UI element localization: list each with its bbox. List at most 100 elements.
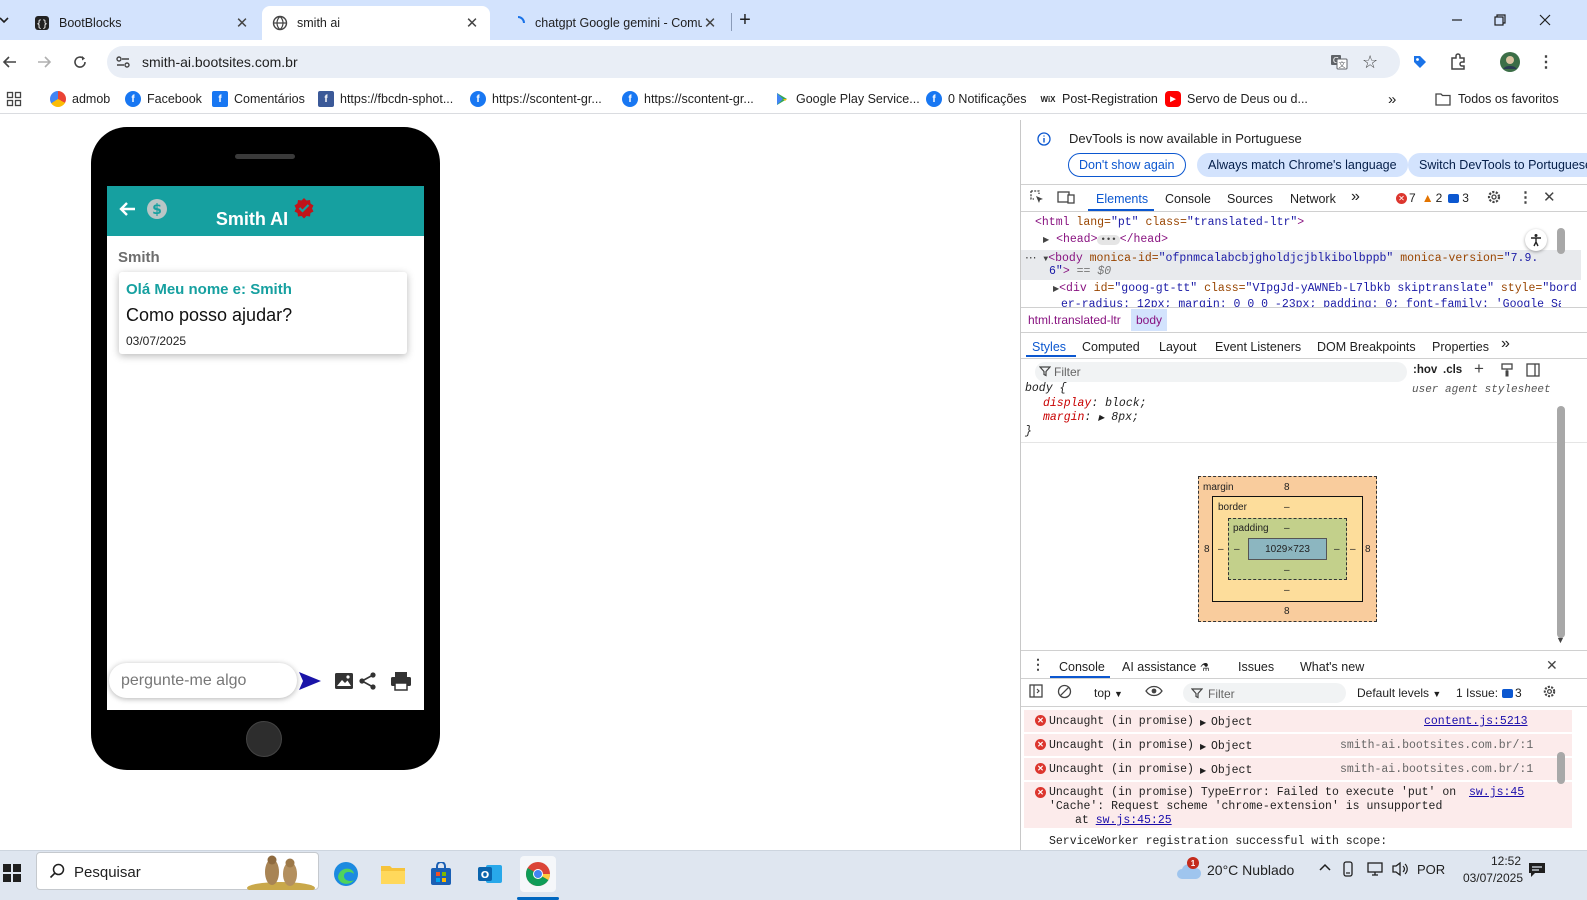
print-icon[interactable]	[389, 669, 413, 693]
bookmark-item[interactable]: f https://scontent-gr...	[470, 90, 602, 108]
volume-icon[interactable]	[1391, 861, 1409, 880]
context-selector[interactable]: top ▼	[1094, 686, 1123, 700]
chrome-menu-icon[interactable]: ⋮	[1534, 50, 1558, 74]
profile-avatar[interactable]	[1498, 50, 1522, 74]
site-settings-icon[interactable]	[115, 54, 131, 73]
console-error-row[interactable]: ✕ Uncaught (in promise) ▶ Object content…	[1024, 710, 1572, 732]
close-window-icon[interactable]	[1522, 0, 1568, 40]
error-source-link[interactable]: smith-ai.bootsites.com.br/:1	[1340, 739, 1533, 752]
bookmark-item[interactable]: admob	[50, 90, 110, 108]
extension-tag-icon[interactable]	[1408, 50, 1432, 74]
bookmark-item[interactable]: f 0 Notificações	[926, 90, 1027, 108]
tab-bootblocks[interactable]: {} BootBlocks ✕	[24, 6, 260, 40]
reload-icon[interactable]	[66, 48, 94, 76]
input-language[interactable]: POR	[1417, 862, 1445, 877]
console-filter-input[interactable]: Filter	[1183, 683, 1346, 703]
extensions-puzzle-icon[interactable]	[1446, 50, 1470, 74]
hov-toggle[interactable]: :hov	[1413, 364, 1437, 376]
subtab-dom-breakpoints[interactable]: DOM Breakpoints	[1317, 340, 1416, 354]
breadcrumb-body[interactable]: body	[1131, 309, 1168, 331]
dont-show-again-button[interactable]: Don't show again	[1068, 153, 1186, 177]
dom-node-head[interactable]: ▶ <head> ••• </head>	[1043, 233, 1168, 246]
more-tabs-chevron-icon[interactable]: »	[1351, 188, 1360, 206]
chrome-taskbar-icon[interactable]	[520, 856, 556, 892]
more-bookmarks-chevron-icon[interactable]: »	[1388, 90, 1396, 108]
devtools-menu-icon[interactable]: ⋮	[1518, 188, 1533, 206]
error-source-link[interactable]: sw.js:45	[1469, 786, 1524, 799]
live-expression-eye-icon[interactable]	[1145, 685, 1163, 700]
drawer-tab-issues[interactable]: Issues	[1238, 660, 1274, 674]
tab-close-icon[interactable]: ✕	[702, 14, 718, 32]
ask-input[interactable]	[109, 663, 297, 698]
outlook-icon[interactable]: O	[472, 856, 508, 892]
network-icon[interactable]	[1366, 861, 1384, 880]
forward-arrow-icon[interactable]	[30, 48, 58, 76]
console-sidebar-icon[interactable]	[1029, 684, 1043, 701]
microsoft-store-icon[interactable]	[423, 856, 459, 892]
object-expander[interactable]: ▶ Object	[1200, 764, 1252, 777]
log-levels-dropdown[interactable]: Default levels ▼	[1357, 686, 1441, 700]
subtab-styles[interactable]: Styles	[1032, 340, 1066, 354]
drawer-tab-ai-assistance[interactable]: AI assistance ⚗	[1122, 660, 1210, 674]
send-icon[interactable]	[298, 669, 322, 693]
back-arrow-icon[interactable]	[0, 48, 24, 76]
tab-search-chevron-icon[interactable]	[0, 0, 20, 40]
bookmark-item[interactable]: f Facebook	[125, 90, 202, 108]
settings-gear-icon[interactable]	[1486, 189, 1502, 208]
style-selector[interactable]: body {	[1025, 382, 1066, 395]
apps-grid-icon[interactable]	[6, 90, 22, 108]
tab-sources[interactable]: Sources	[1227, 192, 1273, 206]
bookmark-item[interactable]: f https://scontent-gr...	[622, 90, 754, 108]
tab-network[interactable]: Network	[1290, 192, 1336, 206]
drawer-menu-icon[interactable]: ⋮	[1031, 656, 1045, 673]
subtab-properties[interactable]: Properties	[1432, 340, 1489, 354]
address-bar[interactable]: smith-ai.bootsites.com.br G文 ☆	[107, 46, 1400, 78]
edge-browser-icon[interactable]	[328, 856, 364, 892]
console-settings-gear-icon[interactable]	[1542, 684, 1557, 702]
styles-scrollbar[interactable]	[1557, 406, 1565, 638]
tab-elements[interactable]: Elements	[1096, 192, 1148, 206]
taskbar-search-box[interactable]: Pesquisar	[36, 852, 319, 894]
bookmark-item[interactable]: WiX Post-Registration	[1040, 90, 1157, 108]
styles-filter-input[interactable]: Filter	[1035, 362, 1407, 382]
bookmark-star-icon[interactable]: ☆	[1362, 52, 1378, 73]
style-declaration[interactable]: display: block;	[1043, 397, 1147, 410]
console-error-row[interactable]: ✕ Uncaught (in promise) TypeError: Faile…	[1024, 782, 1572, 828]
subtab-layout[interactable]: Layout	[1159, 340, 1197, 354]
all-bookmarks-button[interactable]: Todos os favoritos	[1435, 90, 1559, 108]
tab-smith-ai[interactable]: smith ai ✕	[262, 6, 490, 40]
cls-toggle[interactable]: .cls	[1443, 364, 1462, 376]
style-declaration[interactable]: margin: ▶ 8px;	[1043, 411, 1139, 424]
bookmark-item[interactable]: Google Play Service...	[774, 90, 920, 108]
dom-node-body[interactable]: ⋯ ▼<body monica-id="ofpnmcalabcbjgholdjc…	[1025, 250, 1538, 265]
tray-chevron-up-icon[interactable]	[1318, 860, 1332, 877]
tray-device-icon[interactable]	[1341, 861, 1355, 880]
close-drawer-icon[interactable]: ✕	[1546, 657, 1558, 674]
clock-time[interactable]: 12:52	[1465, 854, 1521, 868]
object-expander[interactable]: ▶ Object	[1200, 716, 1252, 729]
windows-start-icon[interactable]	[0, 855, 30, 891]
weather-text[interactable]: 20°C Nublado	[1207, 862, 1294, 878]
subtab-computed[interactable]: Computed	[1082, 340, 1140, 354]
new-rule-plus-icon[interactable]: +	[1474, 359, 1484, 379]
share-icon[interactable]	[356, 669, 380, 693]
ellipsis-icon[interactable]: •••	[1097, 235, 1120, 245]
new-tab-plus-icon[interactable]: +	[722, 0, 768, 40]
error-source-link[interactable]: smith-ai.bootsites.com.br/:1	[1340, 763, 1533, 776]
bookmark-item[interactable]: ▶ Servo de Deus ou d...	[1165, 90, 1308, 108]
issues-link[interactable]: 1 Issue: 3	[1456, 686, 1522, 700]
issue-counters[interactable]: ✕ 7 ▲ 2 3	[1396, 191, 1469, 205]
translate-icon[interactable]: G文	[1330, 53, 1348, 74]
notifications-icon[interactable]	[1527, 861, 1547, 882]
more-subtabs-chevron-icon[interactable]: »	[1501, 335, 1510, 353]
console-error-row[interactable]: ✕ Uncaught (in promise) ▶ Object smith-a…	[1024, 758, 1572, 780]
accessibility-icon[interactable]	[1525, 229, 1547, 251]
drawer-tab-whats-new[interactable]: What's new	[1300, 660, 1364, 674]
subtab-event-listeners[interactable]: Event Listeners	[1215, 340, 1301, 354]
device-toolbar-icon[interactable]	[1057, 189, 1075, 208]
console-scrollbar[interactable]	[1557, 752, 1565, 784]
inspect-element-icon[interactable]	[1029, 189, 1045, 208]
tab-chatgpt-gemini[interactable]: chatgpt Google gemini - Comu ✕	[500, 6, 728, 40]
switch-devtools-language-button[interactable]: Switch DevTools to Portuguese	[1408, 153, 1587, 177]
tab-close-icon[interactable]: ✕	[234, 14, 250, 32]
